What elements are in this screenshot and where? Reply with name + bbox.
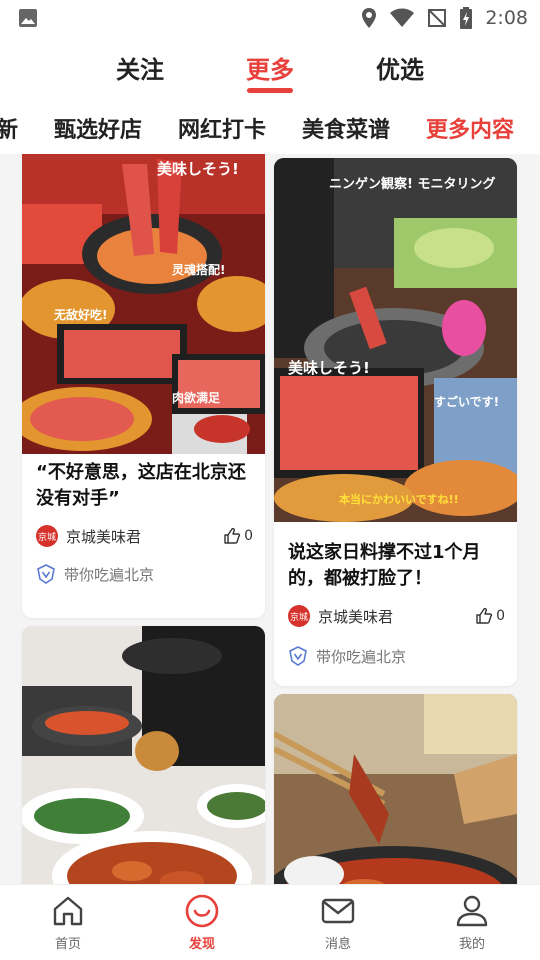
- home-icon: [53, 896, 83, 926]
- nav-home[interactable]: 首页: [28, 893, 108, 957]
- profile-icon: [456, 895, 488, 927]
- photo-caption: 美味しそう!: [157, 160, 239, 178]
- photo-caption: 无敌好吃!: [53, 307, 107, 322]
- tab-featured[interactable]: 优选: [376, 50, 424, 85]
- nav-messages-label: 消息: [324, 937, 351, 952]
- topic-tag[interactable]: 带你吃遍北京: [36, 562, 154, 586]
- gallery-notification-icon: [19, 9, 37, 27]
- category-row: 新 甄选好店 网红打卡 美食菜谱 更多内容: [0, 98, 540, 154]
- battery-icon: [460, 7, 473, 29]
- feed-card[interactable]: [274, 694, 517, 884]
- feed-card[interactable]: ニンゲン観察! モニタリング 美味しそう! すごいです! 本当にかわいいですね!…: [274, 158, 517, 686]
- category-new[interactable]: 新: [0, 112, 18, 144]
- category-more-content[interactable]: 更多内容: [426, 112, 514, 144]
- author-row[interactable]: 京城 京城美味君: [36, 524, 141, 548]
- tab-follow[interactable]: 关注: [116, 50, 164, 85]
- category-selected-shops[interactable]: 甄选好店: [54, 112, 142, 144]
- verified-shield-icon: [37, 564, 55, 584]
- discover-icon: [185, 894, 219, 928]
- nav-profile-label: 我的: [458, 937, 485, 952]
- photo-caption: 美味しそう!: [288, 359, 370, 377]
- feed-card[interactable]: [22, 626, 265, 884]
- message-icon: [321, 898, 355, 924]
- card-title: “不好意思，这店在北京还没有对手”: [36, 462, 246, 509]
- like-button[interactable]: 0: [475, 607, 505, 625]
- photo-caption: 本当にかわいいですね!!: [339, 492, 459, 506]
- photo-caption: ニンゲン観察! モニタリング: [329, 176, 495, 192]
- like-count: 0: [496, 608, 505, 624]
- status-time: 2:08: [485, 7, 528, 29]
- like-count: 0: [244, 528, 253, 544]
- photo-caption: 灵魂搭配!: [172, 262, 225, 277]
- nav-home-label: 首页: [54, 937, 81, 952]
- status-bar: 2:08: [0, 0, 540, 36]
- card-image: 美味しそう! 灵魂搭配! 无敌好吃! 肉欲满足: [22, 154, 265, 454]
- author-row[interactable]: 京城 京城美味君: [288, 604, 393, 628]
- avatar: 京城: [288, 605, 310, 627]
- category-recipes[interactable]: 美食菜谱: [302, 112, 390, 144]
- nav-profile[interactable]: 我的: [432, 893, 512, 957]
- feed: 美味しそう! 灵魂搭配! 无敌好吃! 肉欲满足 “不好意思，这店在北京还没有对手…: [0, 154, 540, 884]
- like-button[interactable]: 0: [223, 527, 253, 545]
- category-influencer-spots[interactable]: 网红打卡: [178, 112, 266, 144]
- photo-caption: すごいです!: [434, 394, 499, 409]
- author-name: 京城美味君: [318, 607, 394, 626]
- no-signal-icon: [428, 9, 447, 27]
- card-image: [22, 626, 265, 884]
- card-image: ニンゲン観察! モニタリング 美味しそう! すごいです! 本当にかわいいですね!…: [274, 158, 517, 522]
- verified-shield-icon: [289, 646, 307, 666]
- thumbs-up-icon: [224, 527, 241, 544]
- feed-card[interactable]: 美味しそう! 灵魂搭配! 无敌好吃! 肉欲满足 “不好意思，这店在北京还没有对手…: [22, 154, 265, 618]
- card-image: [274, 694, 517, 884]
- topic-tag-label: 带你吃遍北京: [64, 565, 155, 584]
- card-title: 说这家日料撑不过1个月的，都被打脸了！: [288, 542, 481, 589]
- bottom-navigation: 首页 发现 消息 我的: [0, 884, 540, 960]
- active-tab-indicator: [247, 88, 293, 93]
- location-icon: [362, 8, 377, 28]
- avatar: 京城: [36, 525, 58, 547]
- topic-tag-label: 带你吃遍北京: [316, 647, 407, 666]
- tab-more[interactable]: 更多: [246, 50, 294, 85]
- topic-tag[interactable]: 带你吃遍北京: [288, 644, 406, 668]
- wifi-icon: [390, 8, 415, 27]
- nav-messages[interactable]: 消息: [298, 893, 378, 957]
- nav-discover-label: 发现: [188, 937, 215, 952]
- thumbs-up-icon: [476, 607, 493, 624]
- nav-discover[interactable]: 发现: [162, 893, 242, 957]
- photo-caption: 肉欲满足: [172, 390, 220, 405]
- author-name: 京城美味君: [66, 527, 142, 546]
